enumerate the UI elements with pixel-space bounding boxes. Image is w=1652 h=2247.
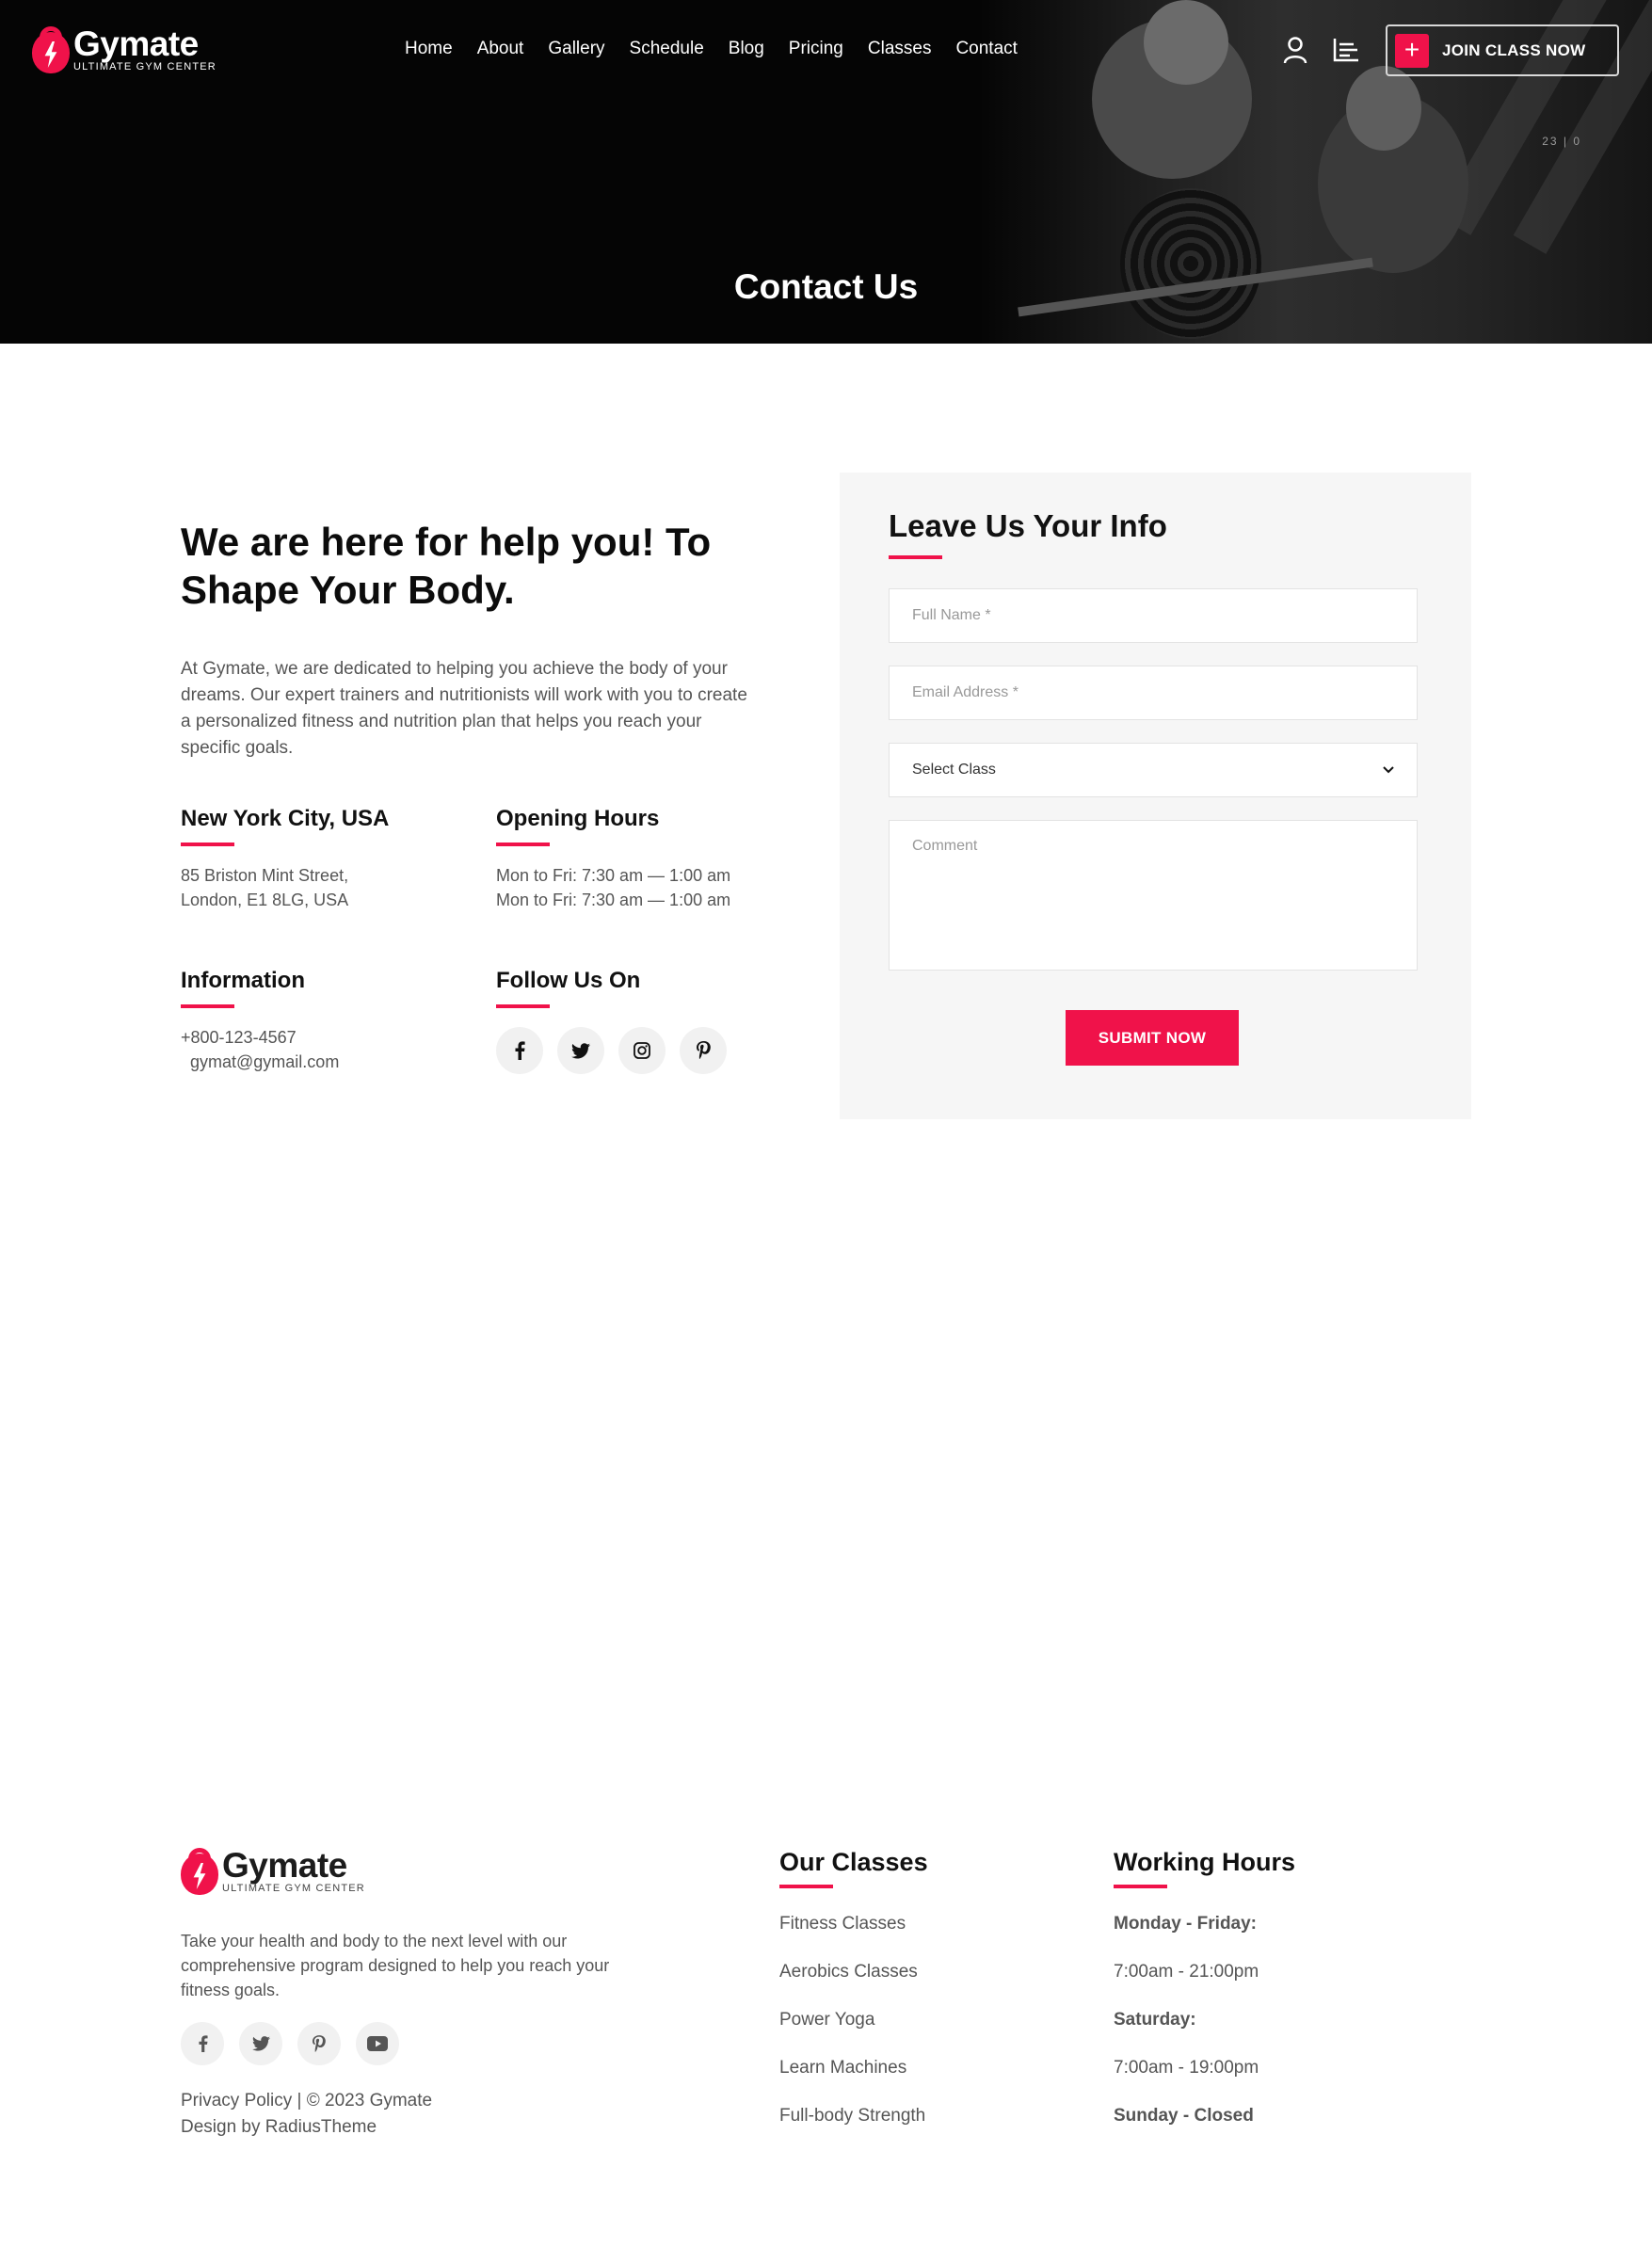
information-title: Information bbox=[181, 968, 305, 993]
hours-day: Saturday: bbox=[1114, 2010, 1196, 2030]
title-underline bbox=[1114, 1885, 1167, 1888]
pinterest-icon[interactable] bbox=[297, 2022, 341, 2065]
footer-class-link[interactable]: Full-body Strength bbox=[779, 2104, 928, 2128]
logo-tagline: ULTIMATE GYM CENTER bbox=[222, 1883, 365, 1894]
nav-contact[interactable]: Contact bbox=[955, 38, 1017, 60]
user-icon[interactable] bbox=[1278, 33, 1312, 67]
hours-time: 7:00am - 19:00pm bbox=[1114, 2058, 1259, 2078]
instagram-icon[interactable] bbox=[618, 1027, 666, 1074]
twitter-icon[interactable] bbox=[557, 1027, 604, 1074]
logo-name: Gymate bbox=[222, 1846, 347, 1885]
youtube-icon[interactable] bbox=[356, 2022, 399, 2065]
design-credit: Design by RadiusTheme bbox=[181, 2117, 377, 2137]
email-input[interactable]: Email Address * bbox=[889, 666, 1418, 720]
menu-icon[interactable] bbox=[1329, 33, 1363, 67]
hours-line: Mon to Fri: 7:30 am — 1:00 am bbox=[496, 866, 731, 885]
footer-logo[interactable]: Gymate ULTIMATE GYM CENTER bbox=[181, 1848, 365, 1895]
title-underline bbox=[496, 843, 550, 846]
footer-class-link[interactable]: Power Yoga bbox=[779, 2008, 928, 2032]
follow-title: Follow Us On bbox=[496, 968, 641, 993]
contact-heading: We are here for help you! To Shape Your … bbox=[181, 520, 712, 612]
opening-hours-block: Opening Hours Mon to Fri: 7:30 am — 1:00… bbox=[496, 805, 730, 912]
follow-block: Follow Us On bbox=[496, 967, 727, 1074]
kettlebell-logo-icon bbox=[32, 26, 70, 73]
nav-pricing[interactable]: Pricing bbox=[789, 38, 843, 60]
nav-schedule[interactable]: Schedule bbox=[630, 38, 704, 60]
footer-description: Take your health and body to the next le… bbox=[181, 1932, 610, 1999]
full-name-input[interactable]: Full Name * bbox=[889, 588, 1418, 643]
contact-form: Leave Us Your Info Full Name * Email Add… bbox=[840, 473, 1471, 1119]
address-line: 85 Briston Mint Street, bbox=[181, 866, 349, 885]
site-logo[interactable]: Gymate ULTIMATE GYM CENTER bbox=[32, 26, 217, 73]
footer-legal: Privacy Policy | © 2023 Gymate Design by… bbox=[181, 2088, 432, 2141]
nav-classes[interactable]: Classes bbox=[868, 38, 932, 60]
nav-gallery[interactable]: Gallery bbox=[548, 38, 604, 60]
form-title: Leave Us Your Info bbox=[889, 508, 1167, 543]
nav-blog[interactable]: Blog bbox=[729, 38, 764, 60]
title-underline bbox=[779, 1885, 833, 1888]
footer-classes: Our Classes Fitness Classes Aerobics Cla… bbox=[779, 1848, 928, 2128]
copyright-text[interactable]: Privacy Policy | © 2023 Gymate bbox=[181, 2088, 432, 2114]
chevron-down-icon bbox=[1383, 762, 1394, 778]
address-line: London, E1 8LG, USA bbox=[181, 891, 349, 909]
comment-placeholder: Comment bbox=[912, 838, 978, 854]
hero-slide-counter: 23 | 0 bbox=[1542, 135, 1581, 148]
footer-class-link[interactable]: Fitness Classes bbox=[779, 1912, 928, 1936]
class-select[interactable]: Select Class bbox=[889, 743, 1418, 797]
pinterest-icon[interactable] bbox=[680, 1027, 727, 1074]
footer-class-link[interactable]: Aerobics Classes bbox=[779, 1960, 928, 1984]
footer-hours-title: Working Hours bbox=[1114, 1848, 1296, 1876]
main-nav: Home About Gallery Schedule Blog Pricing… bbox=[405, 38, 1042, 60]
title-underline bbox=[496, 1004, 550, 1008]
logo-tagline: ULTIMATE GYM CENTER bbox=[73, 61, 217, 72]
nav-about[interactable]: About bbox=[477, 38, 524, 60]
hours-day: Monday - Friday: bbox=[1114, 1914, 1258, 1934]
location-title: New York City, USA bbox=[181, 806, 390, 831]
title-underline bbox=[889, 555, 942, 559]
hours-time: 7:00am - 21:00pm bbox=[1114, 1962, 1259, 1982]
page-title: Contact Us bbox=[733, 267, 919, 306]
plus-icon: + bbox=[1395, 33, 1429, 68]
title-underline bbox=[181, 843, 234, 846]
hours-day: Sunday - Closed bbox=[1114, 2106, 1254, 2126]
email-link[interactable]: gymat@gymail.com bbox=[181, 1050, 339, 1074]
twitter-icon[interactable] bbox=[239, 2022, 282, 2065]
kettlebell-logo-icon bbox=[181, 1848, 218, 1895]
title-underline bbox=[181, 1004, 234, 1008]
footer-classes-title: Our Classes bbox=[779, 1848, 928, 1876]
opening-hours-title: Opening Hours bbox=[496, 806, 660, 831]
contact-description: At Gymate, we are dedicated to helping y… bbox=[181, 659, 747, 758]
join-class-label: JOIN CLASS NOW bbox=[1442, 40, 1586, 59]
facebook-icon[interactable] bbox=[496, 1027, 543, 1074]
hours-line: Mon to Fri: 7:30 am — 1:00 am bbox=[496, 891, 731, 909]
join-class-button[interactable]: + JOIN CLASS NOW bbox=[1386, 24, 1619, 76]
hero-banner: 23 | 0 Gymate ULTIMATE GYM CENTER Home A… bbox=[0, 0, 1652, 344]
footer-class-link[interactable]: Learn Machines bbox=[779, 2056, 928, 2080]
comment-textarea[interactable]: Comment bbox=[889, 820, 1418, 971]
phone-link[interactable]: +800-123-4567 bbox=[181, 1025, 339, 1050]
submit-button[interactable]: SUBMIT NOW bbox=[1066, 1010, 1239, 1066]
facebook-icon[interactable] bbox=[181, 2022, 224, 2065]
footer-working-hours: Working Hours Monday - Friday: 7:00am - … bbox=[1114, 1848, 1295, 2128]
footer-social-links bbox=[181, 2022, 399, 2065]
information-block: Information +800-123-4567 gymat@gymail.c… bbox=[181, 967, 339, 1074]
logo-name: Gymate bbox=[73, 24, 199, 63]
nav-home[interactable]: Home bbox=[405, 38, 453, 60]
class-select-value: Select Class bbox=[912, 762, 996, 778]
location-block: New York City, USA 85 Briston Mint Stree… bbox=[181, 805, 389, 912]
